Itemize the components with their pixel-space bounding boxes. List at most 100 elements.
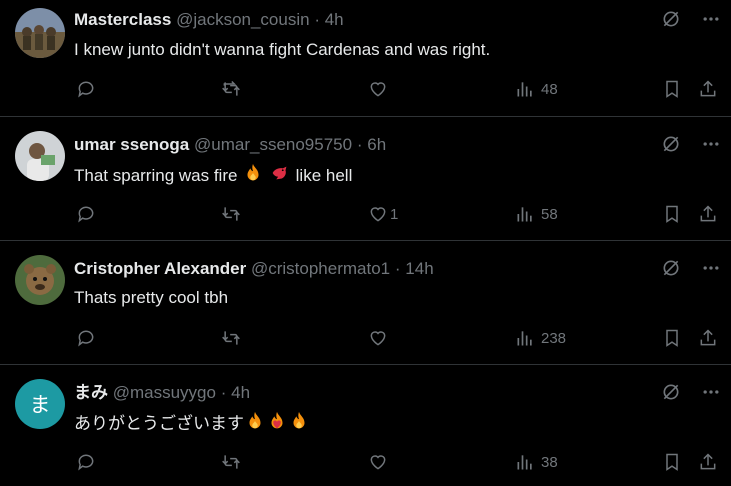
more-options-icon[interactable]	[701, 382, 721, 407]
tweet-top-icons	[661, 9, 721, 34]
separator-dot: ·	[314, 10, 320, 29]
bookmark-button[interactable]	[662, 76, 682, 102]
display-name[interactable]: Masterclass	[74, 10, 171, 29]
tweet-top-icons	[661, 134, 721, 159]
avatar[interactable]: ま	[15, 379, 65, 429]
tweet-header: まみ @massuyygo · 4h	[74, 382, 651, 404]
repost-button[interactable]	[220, 449, 242, 475]
user-handle[interactable]: @jackson_cousin	[176, 10, 310, 29]
person-photo-avatar-icon	[15, 131, 65, 181]
display-name[interactable]: umar ssenoga	[74, 135, 189, 154]
fire-heart-emoji-icon	[266, 410, 288, 439]
views-button[interactable]: 48	[515, 76, 558, 102]
share-icon	[700, 453, 716, 470]
tweet-header: Masterclass @jackson_cousin · 4h	[74, 9, 651, 31]
reply-button[interactable]	[76, 449, 96, 475]
views-icon	[517, 82, 532, 97]
timestamp[interactable]: 6h	[367, 135, 386, 154]
tweet-text: ありがとうございます	[74, 410, 691, 439]
share-button[interactable]	[698, 325, 718, 351]
separator-dot: ·	[356, 135, 363, 154]
tweet-text: That sparring was fire like hell	[74, 162, 691, 190]
tweet-text-part: ありがとうございます	[74, 414, 244, 434]
views-button[interactable]: 238	[515, 325, 566, 351]
share-icon	[700, 205, 716, 222]
tweet[interactable]: Masterclass @jackson_cousin · 4h I knew …	[0, 0, 731, 117]
repost-icon	[222, 455, 240, 469]
grok-icon[interactable]	[661, 9, 681, 34]
user-handle[interactable]: @cristophermato1	[251, 259, 390, 278]
more-options-icon[interactable]	[701, 134, 721, 159]
heart-icon	[370, 455, 386, 470]
user-handle[interactable]: @massuyygo	[113, 383, 216, 402]
bookmark-icon	[666, 205, 678, 223]
heart-icon	[370, 82, 386, 97]
bookmark-icon	[666, 80, 678, 98]
like-button[interactable]	[368, 325, 394, 351]
avatar[interactable]	[15, 8, 65, 58]
bookmark-icon	[666, 453, 678, 471]
bookmark-button[interactable]	[662, 201, 682, 227]
like-button[interactable]	[368, 76, 394, 102]
tweet-text-part: like hell	[295, 166, 353, 185]
grok-icon[interactable]	[661, 134, 681, 159]
views-button[interactable]: 38	[515, 449, 558, 475]
avatar[interactable]	[15, 255, 65, 305]
tweet-actions: 48	[0, 76, 731, 102]
repost-icon	[222, 331, 240, 345]
tweet[interactable]: Cristopher Alexander @cristophermato1 · …	[0, 241, 731, 365]
user-handle[interactable]: @umar_sseno95750	[194, 135, 352, 154]
repost-icon	[222, 80, 240, 96]
reply-button[interactable]	[76, 325, 96, 351]
reply-icon	[78, 206, 94, 223]
tweet[interactable]: umar ssenoga @umar_sseno95750 · 6h That …	[0, 117, 731, 241]
more-options-icon[interactable]	[701, 258, 721, 283]
share-button[interactable]	[698, 449, 718, 475]
avatar[interactable]	[15, 131, 65, 181]
views-icon	[517, 455, 532, 470]
fire-emoji-icon	[242, 162, 264, 190]
bird-emoji-icon	[269, 162, 291, 190]
repost-button[interactable]	[220, 325, 242, 351]
views-icon	[517, 207, 532, 222]
like-count: 1	[390, 205, 399, 223]
tweet[interactable]: ま まみ @massuyygo · 4h ありがとうございます 38	[0, 365, 731, 486]
group-photo-avatar-icon	[15, 8, 65, 58]
view-count: 238	[541, 329, 567, 347]
timestamp[interactable]: 4h	[231, 383, 250, 402]
tweet-text-part: That sparring was fire	[74, 166, 238, 185]
share-icon	[700, 80, 716, 97]
repost-button[interactable]	[220, 201, 242, 227]
like-button[interactable]: 1	[368, 201, 398, 227]
tweet-header: Cristopher Alexander @cristophermato1 · …	[74, 258, 651, 280]
tweet-top-icons	[661, 258, 721, 283]
timestamp[interactable]: 4h	[325, 10, 344, 29]
view-count: 48	[541, 80, 558, 98]
like-button[interactable]	[368, 449, 394, 475]
display-name[interactable]: Cristopher Alexander	[74, 259, 246, 278]
reply-icon	[78, 81, 94, 98]
bookmark-icon	[666, 329, 678, 347]
display-name[interactable]: まみ	[74, 383, 108, 402]
more-options-icon[interactable]	[701, 9, 721, 34]
views-button[interactable]: 58	[515, 201, 558, 227]
repost-button[interactable]	[220, 76, 242, 102]
fire-emoji-icon	[244, 410, 266, 439]
reply-button[interactable]	[76, 76, 96, 102]
grok-icon[interactable]	[661, 382, 681, 407]
tweet-text: Thats pretty cool tbh	[74, 288, 229, 307]
timestamp[interactable]: 14h	[405, 259, 433, 278]
share-button[interactable]	[698, 76, 718, 102]
heart-icon	[370, 207, 386, 222]
reply-button[interactable]	[76, 201, 96, 227]
separator-dot: ·	[220, 383, 227, 402]
grok-icon[interactable]	[661, 258, 681, 283]
bookmark-button[interactable]	[662, 325, 682, 351]
bookmark-button[interactable]	[662, 449, 682, 475]
tweet-actions: 38	[0, 449, 731, 475]
view-count: 58	[541, 205, 558, 223]
view-count: 38	[541, 453, 558, 471]
avatar-letter: ま	[29, 393, 51, 417]
share-button[interactable]	[698, 201, 718, 227]
heart-icon	[370, 331, 386, 346]
